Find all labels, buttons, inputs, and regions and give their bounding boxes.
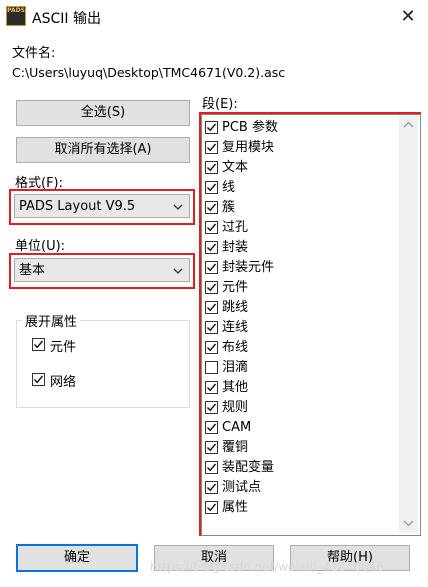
section-item-label: 覆铜 <box>222 440 249 455</box>
checkbox-checked-icon[interactable] <box>205 381 218 394</box>
section-item-label: 泪滴 <box>222 360 249 375</box>
section-list-item[interactable]: CAM <box>202 418 394 438</box>
section-item-label: 复用模块 <box>222 140 275 155</box>
scroll-up-icon[interactable] <box>403 121 414 129</box>
expand-item[interactable]: 网络 <box>32 371 76 390</box>
file-name-label: 文件名: <box>12 46 56 61</box>
section-item-label: 文本 <box>222 160 249 175</box>
section-list-item[interactable]: 覆铜 <box>202 438 394 458</box>
checkbox-unchecked-icon[interactable] <box>205 361 218 374</box>
checkbox-checked-icon[interactable] <box>32 338 45 351</box>
section-list-item[interactable]: 封装 <box>202 238 394 258</box>
section-list-item[interactable]: 装配变量 <box>202 458 394 478</box>
section-list-item[interactable]: 属性 <box>202 498 394 518</box>
section-item-label: 跳线 <box>222 300 249 315</box>
format-select[interactable]: PADS Layout V9.5 <box>14 194 190 218</box>
section-list-item[interactable]: 文本 <box>202 158 394 178</box>
expand-item-label: 元件 <box>50 340 77 355</box>
sections-label: 段(E): <box>202 97 238 112</box>
checkbox-checked-icon[interactable] <box>205 341 218 354</box>
checkbox-checked-icon[interactable] <box>205 241 218 254</box>
section-item-label: 布线 <box>222 340 249 355</box>
section-item-label: 过孔 <box>222 220 249 235</box>
expand-attributes-group <box>16 320 190 408</box>
format-select-value: PADS Layout V9.5 <box>19 199 136 214</box>
section-list-item[interactable]: 过孔 <box>202 218 394 238</box>
checkbox-checked-icon[interactable] <box>205 181 218 194</box>
section-item-label: CAM <box>222 420 252 435</box>
checkbox-checked-icon[interactable] <box>205 301 218 314</box>
scroll-down-icon[interactable] <box>403 519 414 527</box>
ok-button[interactable]: 确定 <box>16 544 138 572</box>
select-all-button[interactable]: 全选(S) <box>16 100 190 126</box>
section-item-label: 装配变量 <box>222 460 275 475</box>
section-list-item[interactable]: 簇 <box>202 198 394 218</box>
units-select-value: 基本 <box>19 263 46 278</box>
section-list-item[interactable]: PCB 参数 <box>202 118 394 138</box>
checkbox-checked-icon[interactable] <box>205 501 218 514</box>
checkbox-checked-icon[interactable] <box>205 281 218 294</box>
sections-listbox[interactable]: PCB 参数 复用模块文本线簇过孔封装封装元件元件跳线连线布线泪滴其他规则 CAM 覆… <box>201 114 421 536</box>
section-item-label: 封装 <box>222 240 249 255</box>
section-list-item[interactable]: 其他 <box>202 378 394 398</box>
checkbox-checked-icon[interactable] <box>205 401 218 414</box>
checkbox-checked-icon[interactable] <box>205 441 218 454</box>
section-item-label: 封装元件 <box>222 260 275 275</box>
checkbox-checked-icon[interactable] <box>205 461 218 474</box>
file-path: C:\Users\luyuq\Desktop\TMC4671(V0.2).asc <box>12 65 286 80</box>
section-item-label: 规则 <box>222 400 249 415</box>
section-item-label: 元件 <box>222 280 249 295</box>
checkbox-checked-icon[interactable] <box>205 421 218 434</box>
section-list-item[interactable]: 线 <box>202 178 394 198</box>
chevron-down-icon <box>173 204 183 210</box>
checkbox-checked-icon[interactable] <box>32 373 45 386</box>
title-bar: PADS ASCII 输出 ✕ <box>0 0 428 34</box>
section-item-label: 簇 <box>222 200 236 215</box>
section-list-item[interactable]: 泪滴 <box>202 358 394 378</box>
section-item-label: PCB 参数 <box>222 120 278 135</box>
section-item-label: 属性 <box>222 500 249 515</box>
section-list-item[interactable]: 封装元件 <box>202 258 394 278</box>
checkbox-checked-icon[interactable] <box>205 321 218 334</box>
checkbox-checked-icon[interactable] <box>205 201 218 214</box>
app-icon-text: PADS <box>7 7 25 14</box>
units-label: 单位(U): <box>15 239 66 254</box>
section-item-label: 测试点 <box>222 480 262 495</box>
chevron-down-icon <box>173 268 183 274</box>
expand-item-label: 网络 <box>50 375 77 390</box>
watermark-text: https://blog.csdn.net/weixin_41846646 <box>150 560 385 574</box>
sections-scrollbar[interactable] <box>399 115 418 533</box>
section-list-item[interactable]: 连线 <box>202 318 394 338</box>
expand-item[interactable]: 元件 <box>32 336 76 355</box>
expand-attributes-label: 展开属性 <box>22 311 81 330</box>
section-list-item[interactable]: 跳线 <box>202 298 394 318</box>
checkbox-checked-icon[interactable] <box>205 261 218 274</box>
section-list-item[interactable]: 布线 <box>202 338 394 358</box>
section-list-item[interactable]: 元件 <box>202 278 394 298</box>
checkbox-checked-icon[interactable] <box>205 121 218 134</box>
checkbox-checked-icon[interactable] <box>205 141 218 154</box>
window-title: ASCII 输出 <box>32 11 101 27</box>
section-item-label: 线 <box>222 180 236 195</box>
units-select[interactable]: 基本 <box>14 258 190 282</box>
section-list-item[interactable]: 规则 <box>202 398 394 418</box>
pads-app-icon: PADS <box>6 6 26 26</box>
checkbox-checked-icon[interactable] <box>205 161 218 174</box>
deselect-all-button[interactable]: 取消所有选择(A) <box>16 137 190 163</box>
section-item-label: 其他 <box>222 380 249 395</box>
section-list-item[interactable]: 复用模块 <box>202 138 394 158</box>
checkbox-checked-icon[interactable] <box>205 481 218 494</box>
close-icon[interactable]: ✕ <box>396 6 420 28</box>
checkbox-checked-icon[interactable] <box>205 221 218 234</box>
section-item-label: 连线 <box>222 320 249 335</box>
section-list-item[interactable]: 测试点 <box>202 478 394 498</box>
